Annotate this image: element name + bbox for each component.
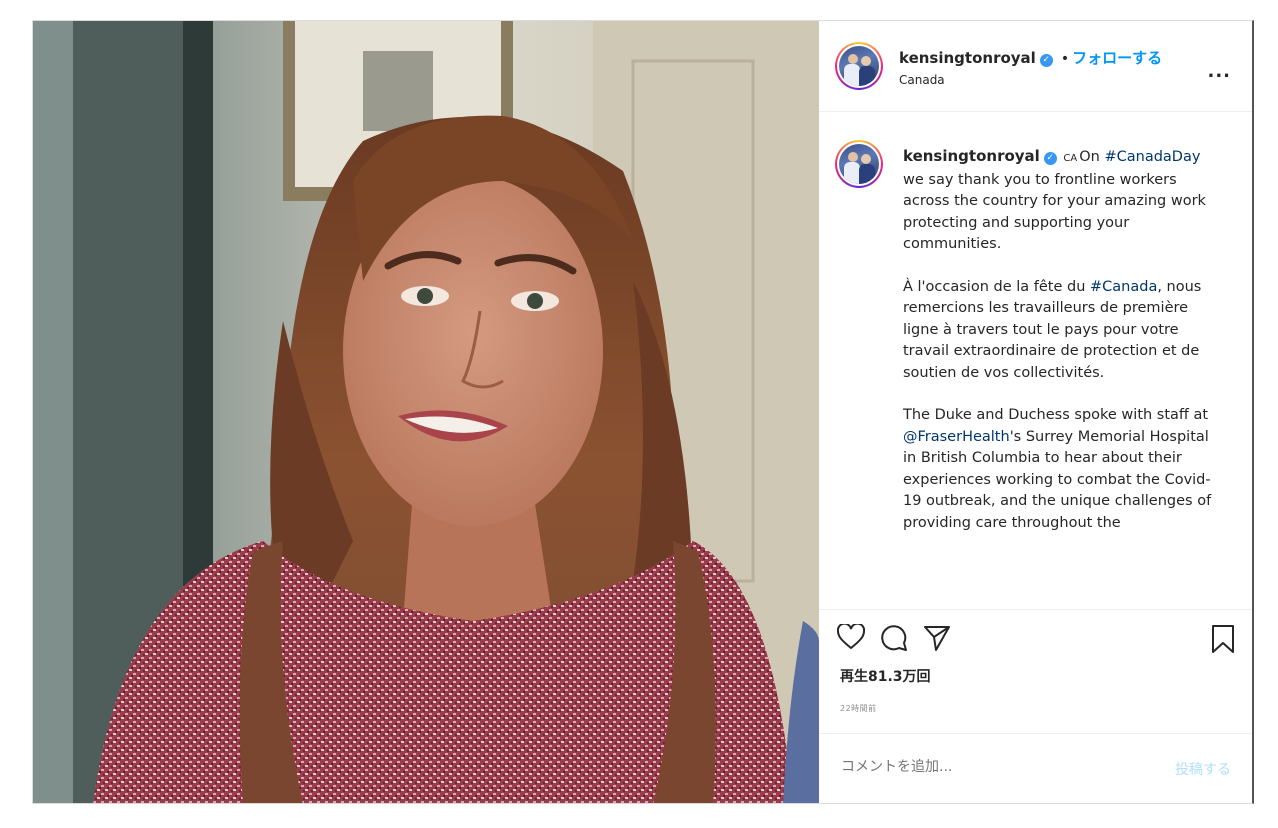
paper-plane-icon[interactable] xyxy=(923,624,951,652)
comment-icon[interactable] xyxy=(880,624,908,652)
mention-link[interactable]: @FraserHealth xyxy=(903,429,1010,445)
add-comment-input[interactable] xyxy=(839,758,1143,776)
action-bar xyxy=(819,610,1252,664)
hashtag-link[interactable]: #CanadaDay xyxy=(1104,149,1200,165)
post-caption: kensingtonroyal ✓ CA On #CanadaDay we say … xyxy=(903,146,1223,555)
post-header: kensingtonroyal ✓ • フォローする Canada ... xyxy=(819,21,1252,112)
caption-text: we say thank you to frontline workers ac… xyxy=(903,171,1206,253)
more-options-icon[interactable]: ... xyxy=(1207,61,1231,82)
caption-username[interactable]: kensingtonroyal xyxy=(903,147,1040,165)
post-side-panel: kensingtonroyal ✓ • フォローする Canada ... kens… xyxy=(819,21,1252,803)
caption-text: The Duke and Duchess spoke with staff at xyxy=(903,407,1209,423)
caption-author-avatar[interactable] xyxy=(835,140,883,188)
post-video[interactable] xyxy=(33,21,819,803)
heart-icon[interactable] xyxy=(837,624,865,650)
video-frame-image xyxy=(33,21,819,803)
canada-flag-icon: CA xyxy=(1063,153,1078,164)
comment-bar: 投稿する xyxy=(819,733,1252,803)
author-username[interactable]: kensingtonroyal xyxy=(899,49,1036,67)
post-location[interactable]: Canada xyxy=(899,73,945,87)
caption-verified-badge-icon: ✓ xyxy=(1043,152,1057,165)
caption-scroll-area[interactable]: kensingtonroyal ✓ CA On #CanadaDay we say … xyxy=(819,112,1252,610)
author-avatar[interactable] xyxy=(835,42,883,90)
post-comment-button[interactable]: 投稿する xyxy=(1175,759,1231,779)
bookmark-icon[interactable] xyxy=(1211,624,1235,654)
caption-text: À l'occasion de la fête du xyxy=(903,278,1090,295)
instagram-post: kensingtonroyal ✓ • フォローする Canada ... kens… xyxy=(32,20,1254,804)
caption-text: On xyxy=(1079,149,1105,165)
separator-dot: • xyxy=(1060,51,1070,67)
follow-button[interactable]: フォローする xyxy=(1072,49,1162,67)
verified-badge-icon: ✓ xyxy=(1039,54,1053,67)
post-timestamp[interactable]: 22時間前 xyxy=(840,703,877,714)
hashtag-link[interactable]: #Canada xyxy=(1090,279,1157,295)
view-count: 再生81.3万回 xyxy=(840,669,931,685)
